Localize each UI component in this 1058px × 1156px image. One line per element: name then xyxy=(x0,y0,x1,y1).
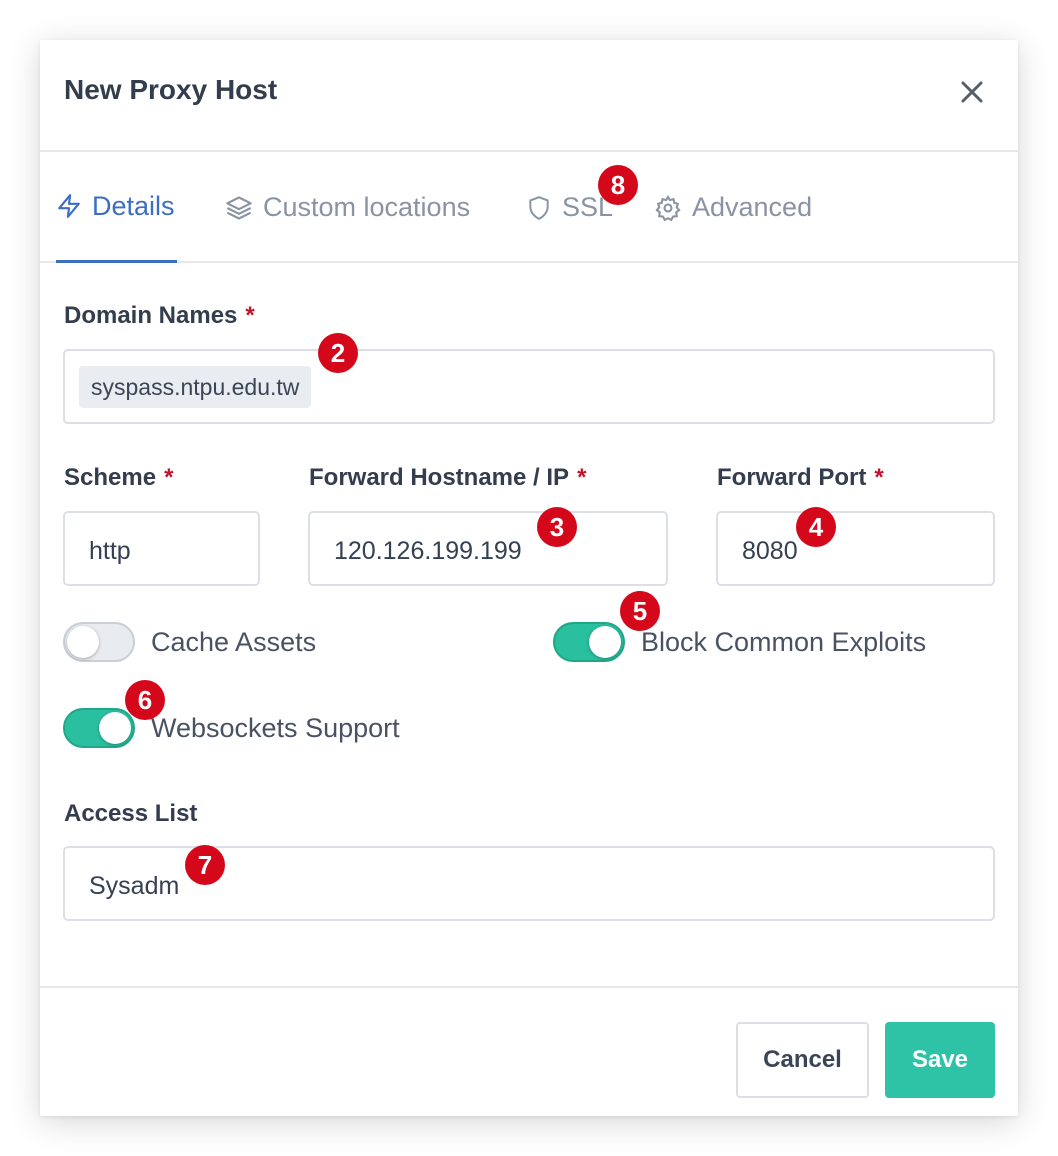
forward-host-label: Forward Hostname / IP * xyxy=(309,464,587,491)
annotation-badge: 7 xyxy=(185,845,225,885)
block-exploits-toggle[interactable] xyxy=(553,622,625,662)
websockets-toggle[interactable] xyxy=(63,708,135,748)
forward-port-input[interactable]: 8080 xyxy=(716,511,995,586)
annotation-badge: 6 xyxy=(125,680,165,720)
tab-advanced-label: Advanced xyxy=(692,192,813,222)
scheme-label: Scheme * xyxy=(64,464,174,491)
proxy-host-modal: New Proxy Host Details Custom locations xyxy=(40,40,1018,1116)
forward-host-input[interactable]: 120.126.199.199 xyxy=(308,511,668,586)
tab-bar: Details Custom locations SSL Advanced xyxy=(40,152,1018,263)
access-list-label: Access List xyxy=(64,800,198,827)
scheme-value: http xyxy=(89,537,131,565)
forward-host-value: 120.126.199.199 xyxy=(334,537,522,565)
annotation-badge: 5 xyxy=(620,591,660,631)
toggle-knob xyxy=(99,712,131,744)
domain-chip[interactable]: syspass.ntpu.edu.tw xyxy=(79,366,312,408)
bolt-icon xyxy=(58,194,80,218)
close-icon[interactable] xyxy=(958,78,986,106)
annotation-badge: 2 xyxy=(318,333,358,373)
annotation-badge: 3 xyxy=(537,507,577,547)
scheme-select[interactable]: http xyxy=(63,511,260,586)
tab-custom-locations[interactable]: Custom locations xyxy=(225,152,470,263)
shield-icon xyxy=(529,195,549,220)
save-button[interactable]: Save xyxy=(885,1022,995,1098)
annotation-badge: 8 xyxy=(598,165,638,205)
websockets-label: Websockets Support xyxy=(151,713,400,743)
tab-ssl[interactable]: SSL xyxy=(526,152,613,263)
forward-port-value: 8080 xyxy=(742,537,798,565)
access-list-value: Sysadm xyxy=(89,872,180,900)
tab-details[interactable]: Details xyxy=(56,152,177,263)
cache-assets-label: Cache Assets xyxy=(151,627,317,657)
tab-details-label: Details xyxy=(92,190,175,221)
cache-assets-toggle[interactable] xyxy=(63,622,135,662)
tab-custom-locations-label: Custom locations xyxy=(263,192,471,222)
domain-names-input[interactable]: syspass.ntpu.edu.tw xyxy=(63,349,995,424)
layers-icon xyxy=(226,195,252,220)
toggle-knob xyxy=(589,626,621,658)
toggle-knob xyxy=(67,626,99,658)
block-exploits-label: Block Common Exploits xyxy=(641,627,927,657)
gear-icon xyxy=(655,194,681,221)
modal-header: New Proxy Host xyxy=(40,40,1018,152)
tab-advanced[interactable]: Advanced xyxy=(654,152,812,263)
modal-footer: Cancel Save xyxy=(40,986,1018,1116)
domain-names-label: Domain Names * xyxy=(64,302,255,329)
annotation-badge: 4 xyxy=(796,507,836,547)
forward-port-label: Forward Port * xyxy=(717,464,884,491)
cancel-button[interactable]: Cancel xyxy=(736,1022,869,1098)
modal-title: New Proxy Host xyxy=(64,74,278,105)
